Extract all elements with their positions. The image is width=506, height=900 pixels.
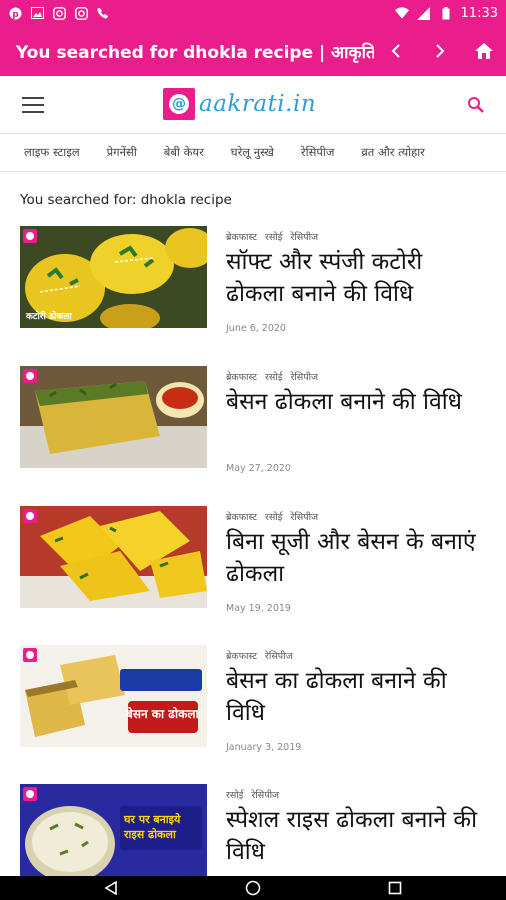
logo-badge bbox=[23, 369, 37, 383]
article-categories: ब्रेकफास्ट रसोई रेसिपीज bbox=[226, 230, 326, 243]
logo-badge bbox=[23, 229, 37, 243]
category-link[interactable]: घरेलू नुस्खे bbox=[231, 145, 274, 160]
back-button[interactable] bbox=[374, 26, 418, 76]
article-thumbnail[interactable]: घर पर बनाइये राइस ढोकला bbox=[20, 784, 207, 886]
search-icon[interactable] bbox=[466, 95, 486, 115]
status-bar: p 11:33 bbox=[0, 0, 506, 26]
category-tag[interactable]: रसोई bbox=[226, 790, 243, 801]
article-date: January 3, 2019 bbox=[226, 742, 302, 753]
category-tag[interactable]: रेसिपीज bbox=[265, 651, 293, 662]
article-item: ब्रेकफास्ट रसोई रेसिपीज बेसन ढोकला बनाने क… bbox=[0, 366, 506, 476]
article-item: ब्रेकफास्ट रसोई रेसिपीज बिना सूजी और बेसन … bbox=[0, 506, 506, 616]
category-tag[interactable]: रसोई bbox=[265, 372, 282, 383]
category-tag[interactable]: ब्रेकफास्ट bbox=[226, 512, 257, 523]
chevron-right-icon bbox=[436, 44, 445, 58]
category-link[interactable]: लाइफ स्टाइल bbox=[24, 145, 80, 160]
instagram-icon bbox=[52, 6, 66, 20]
article-title[interactable]: बेसन ढोकला बनाने की विधि bbox=[226, 386, 486, 418]
forward-button[interactable] bbox=[418, 26, 462, 76]
call-icon bbox=[96, 6, 110, 20]
logo-badge bbox=[23, 787, 37, 801]
logo-text: aakrati.in bbox=[199, 91, 317, 117]
article-item: बेसन का ढोकला ब्रेकफास्ट रेसिपीज बेसन का … bbox=[0, 645, 506, 755]
pinterest-icon: p bbox=[8, 6, 22, 20]
category-tag[interactable]: ब्रेकफास्ट bbox=[226, 372, 257, 383]
article-categories: ब्रेकफास्ट रसोई रेसिपीज bbox=[226, 370, 326, 383]
category-tag[interactable]: ब्रेकफास्ट bbox=[226, 232, 257, 243]
instagram-icon bbox=[74, 6, 88, 20]
logo-badge bbox=[23, 648, 37, 662]
battery-icon bbox=[439, 6, 453, 20]
wifi-icon bbox=[394, 6, 409, 20]
article-date: June 6, 2020 bbox=[226, 323, 286, 334]
article-thumbnail[interactable] bbox=[20, 506, 207, 608]
system-nav-bar bbox=[0, 876, 506, 900]
app-bar-title: You searched for dhokla recipe | आकृति bbox=[16, 42, 374, 63]
article-title[interactable]: बिना सूजी और बेसन के बनाएं ढोकला bbox=[226, 526, 486, 590]
article-thumbnail[interactable]: कटोरी ढोकला bbox=[20, 226, 207, 328]
article-title[interactable]: सॉफ्ट और स्पंजी कटोरी ढोकला बनाने की विध… bbox=[226, 246, 486, 310]
hamburger-menu-icon[interactable] bbox=[22, 97, 44, 113]
article-item: कटोरी ढोकला ब्रेकफास्ट रसोई रेसिपीज सॉफ्ट … bbox=[0, 226, 506, 336]
category-link[interactable]: रेसिपीज bbox=[301, 145, 335, 160]
home-button[interactable] bbox=[462, 26, 506, 76]
chevron-left-icon bbox=[391, 44, 400, 58]
svg-text:p: p bbox=[12, 10, 19, 20]
category-tag[interactable]: रेसिपीज bbox=[290, 372, 318, 383]
site-header: @ aakrati.in bbox=[0, 76, 506, 134]
article-date: May 27, 2020 bbox=[226, 463, 291, 474]
app-bar: You searched for dhokla recipe | आकृति bbox=[0, 26, 506, 76]
article-categories: ब्रेकफास्ट रेसिपीज bbox=[226, 649, 301, 662]
category-link[interactable]: प्रेगनेंसी bbox=[107, 145, 137, 160]
site-logo[interactable]: @ aakrati.in bbox=[163, 87, 316, 121]
nav-home-icon[interactable] bbox=[233, 876, 273, 900]
category-nav: लाइफ स्टाइल प्रेगनेंसी बेबी केयर घरेलू न… bbox=[0, 134, 506, 172]
category-link[interactable]: व्रत और त्योहार bbox=[361, 145, 425, 160]
category-tag[interactable]: रसोई bbox=[265, 232, 282, 243]
status-time: 11:33 bbox=[460, 5, 498, 21]
article-thumbnail[interactable] bbox=[20, 366, 207, 468]
article-categories: रसोई रेसिपीज bbox=[226, 788, 287, 801]
gallery-icon bbox=[30, 6, 44, 20]
category-tag[interactable]: रेसिपीज bbox=[290, 232, 318, 243]
article-title[interactable]: स्पेशल राइस ढोकला बनाने की विधि bbox=[226, 804, 486, 868]
nav-back-icon[interactable] bbox=[91, 876, 131, 900]
thumbnail-caption: बेसन का ढोकला bbox=[126, 707, 199, 721]
category-tag[interactable]: रसोई bbox=[265, 512, 282, 523]
category-tag[interactable]: ब्रेकफास्ट bbox=[226, 651, 257, 662]
thumbnail-caption: कटोरी ढोकला bbox=[26, 312, 72, 322]
article-thumbnail[interactable]: बेसन का ढोकला bbox=[20, 645, 207, 747]
article-date: May 19, 2019 bbox=[226, 603, 291, 614]
logo-badge bbox=[23, 509, 37, 523]
search-heading: You searched for: dhokla recipe bbox=[20, 192, 232, 208]
nav-recents-icon[interactable] bbox=[375, 876, 415, 900]
category-tag[interactable]: रेसिपीज bbox=[290, 512, 318, 523]
logo-mark: @ bbox=[163, 88, 195, 120]
article-title[interactable]: बेसन का ढोकला बनाने की विधि bbox=[226, 665, 486, 729]
thumbnail-caption: घर पर बनाइये राइस ढोकला bbox=[124, 813, 181, 841]
signal-icon bbox=[417, 6, 431, 20]
category-link[interactable]: बेबी केयर bbox=[164, 145, 204, 160]
home-icon bbox=[475, 43, 493, 59]
category-tag[interactable]: रेसिपीज bbox=[251, 790, 279, 801]
article-categories: ब्रेकफास्ट रसोई रेसिपीज bbox=[226, 510, 326, 523]
